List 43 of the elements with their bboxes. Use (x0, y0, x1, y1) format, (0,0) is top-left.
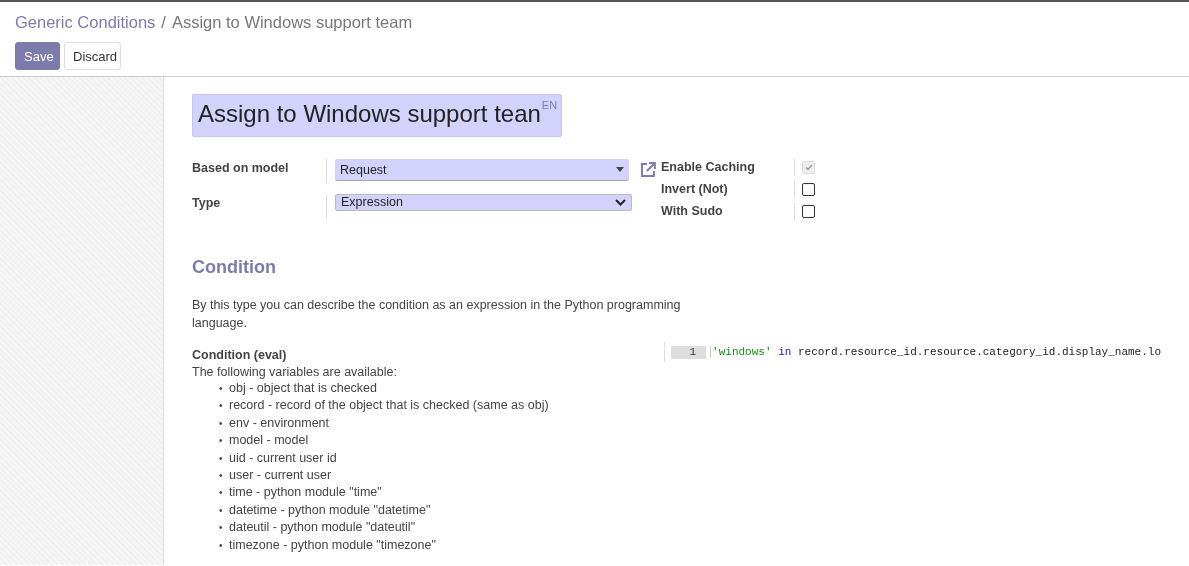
field-label: Condition (eval) (192, 347, 288, 364)
list-bullet: • (219, 434, 224, 449)
list-bullet: • (219, 486, 224, 501)
list-bullet: • (219, 399, 224, 414)
variable-item: record - record of the object that is checked (same as obj) (229, 397, 549, 415)
variable-item: timezone - python module "timezone" (229, 536, 436, 554)
variable-item: model - model (229, 432, 309, 450)
breadcrumb-link[interactable]: Generic Conditions (15, 13, 156, 32)
chevron-down-icon (615, 198, 626, 206)
list-bullet: • (219, 382, 224, 396)
variable-item: uid - current user id (229, 449, 337, 467)
caret-icon (616, 167, 625, 172)
list-bullet: • (219, 538, 224, 553)
breadcrumb-separator: / (161, 13, 166, 32)
description-text: By this type you can describe the condition as an expression in the Python programming language. (192, 297, 682, 332)
code-line[interactable]: 'windows' in record.resource_id.resource.category_id.display_name.lo (710, 346, 1161, 358)
variable-item: obj - object that is checked (229, 380, 377, 397)
list-bullet: • (219, 521, 224, 536)
checkbox[interactable] (802, 205, 815, 218)
list-bullet: • (219, 451, 224, 466)
variable-item: dateutil - python module "dateutil" (229, 519, 416, 537)
field-label: With Sudo (661, 203, 795, 220)
variable-item: datetime - python module "datetime" (229, 501, 431, 519)
discard-button[interactable]: Discard (64, 42, 121, 70)
type-select[interactable]: Expression (335, 193, 632, 211)
field-label: Invert (Not) (661, 181, 795, 198)
list-bullet: • (219, 416, 224, 431)
help-text: The following variables are available: (192, 364, 398, 380)
save-button[interactable]: Save (15, 42, 60, 70)
list-bullet: • (219, 503, 224, 518)
list-bullet: • (219, 469, 224, 484)
external-link-icon[interactable] (639, 161, 657, 179)
record-title: Assign to Windows support team (171, 13, 413, 32)
checkbox[interactable] (802, 183, 815, 196)
line-number: 1 (671, 345, 707, 359)
variable-item: env - environment (229, 414, 330, 432)
section-heading: Condition (192, 257, 277, 278)
field-label: Type (192, 193, 327, 218)
model-field[interactable]: Request (335, 159, 630, 181)
variable-item: time - python module "time" (229, 484, 382, 502)
field-label: Enable Caching (661, 159, 795, 176)
field-label: Based on model (192, 159, 327, 183)
variable-item: user - current user (229, 467, 332, 485)
